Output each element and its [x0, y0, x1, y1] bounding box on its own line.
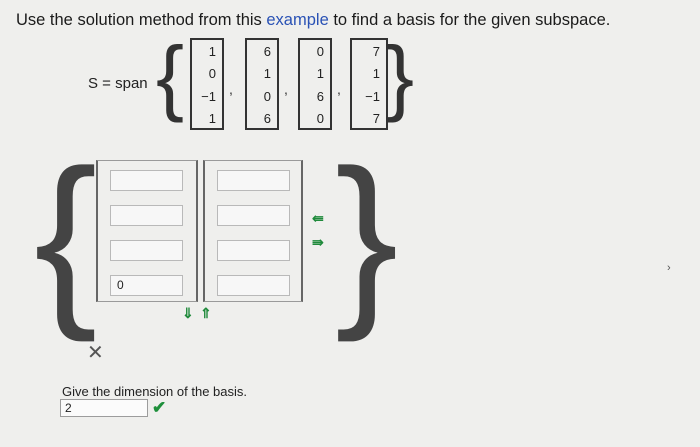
answer-input-c2-r4[interactable]: [217, 275, 290, 296]
vector-entry: 1: [263, 66, 271, 81]
answer-input-c1-r4[interactable]: 0: [110, 275, 183, 296]
answer-input-c1-r2[interactable]: [110, 205, 183, 226]
vector-entry: −1: [201, 89, 216, 104]
span-vector-2: 6 1 0 6: [245, 38, 279, 130]
add-row-icon[interactable]: ⇑: [200, 305, 212, 322]
remove-row-icon[interactable]: ⇓: [182, 305, 194, 322]
vector-entry: 1: [208, 44, 216, 59]
vector-entry: 0: [208, 66, 216, 81]
vector-entry: 1: [372, 66, 380, 81]
vector-entry: 7: [372, 111, 380, 126]
small-arrow-icon: ›: [667, 262, 671, 274]
answer-column-2: [203, 160, 303, 302]
span-open-brace: {: [156, 29, 185, 123]
vector-entry: 6: [263, 111, 271, 126]
answer-input-c1-r3[interactable]: [110, 240, 183, 261]
vector-entry: 0: [263, 89, 271, 104]
vector-entry: 6: [263, 44, 271, 59]
vector-entry: 0: [316, 44, 324, 59]
span-vector-3: 0 1 6 0: [298, 38, 332, 130]
remove-column-icon[interactable]: ⇚: [312, 210, 324, 227]
dimension-label: Give the dimension of the basis.: [62, 384, 247, 399]
problem-prompt: Use the solution method from this exampl…: [16, 11, 610, 30]
answer-column-1: 0: [96, 160, 198, 302]
span-vector-1: 1 0 −1 1: [190, 38, 224, 130]
vector-entry: 6: [316, 89, 324, 104]
span-label: S = span: [88, 75, 148, 92]
checkmark-icon: ✔: [152, 398, 167, 417]
answer-input-c1-r1[interactable]: [110, 170, 183, 191]
dimension-input[interactable]: 2: [60, 399, 148, 417]
answer-close-brace: }: [335, 131, 399, 343]
vector-entry: 1: [316, 66, 324, 81]
prompt-text-before: Use the solution method from this: [16, 11, 267, 29]
prompt-text-after: to find a basis for the given subspace.: [328, 11, 611, 29]
example-link[interactable]: example: [266, 11, 328, 29]
vector-entry: −1: [365, 89, 380, 104]
vector-entry: 0: [316, 111, 324, 126]
answer-input-c2-r2[interactable]: [217, 205, 290, 226]
answer-input-c2-r1[interactable]: [217, 170, 290, 191]
vector-separator: ,: [284, 81, 288, 97]
answer-open-brace: {: [34, 131, 98, 343]
span-close-brace: }: [386, 29, 415, 123]
vector-separator: ,: [337, 81, 341, 97]
span-vector-4: 7 1 −1 7: [350, 38, 388, 130]
answer-input-c2-r3[interactable]: [217, 240, 290, 261]
x-mark-icon: ✕: [87, 342, 104, 364]
vector-entry: 1: [208, 111, 216, 126]
vector-entry: 7: [372, 44, 380, 59]
add-column-icon[interactable]: ⇛: [312, 234, 324, 251]
vector-separator: ,: [229, 81, 233, 97]
